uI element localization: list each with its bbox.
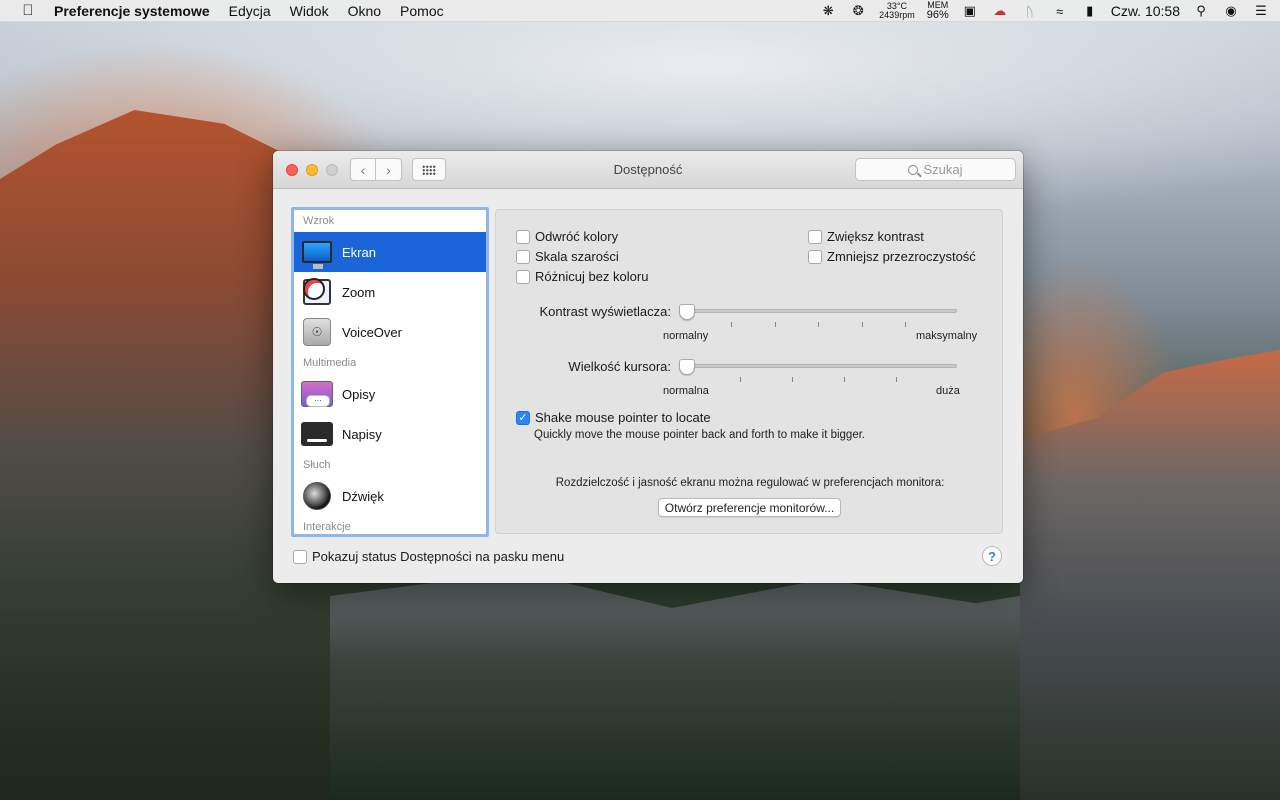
fan-icon[interactable]: ❂ — [849, 3, 867, 19]
checkbox-label: Shake mouse pointer to locate — [535, 410, 711, 425]
menu-bar:  Preferencje systemowe Edycja Widok Okn… — [0, 0, 1280, 22]
cursor-max-label: duża — [936, 385, 960, 397]
spotlight-icon[interactable]: ⚲ — [1192, 3, 1210, 19]
cursor-size-label: Wielkość kursora: — [568, 359, 671, 374]
sidebar-item-label: Zoom — [342, 284, 376, 300]
search-icon — [908, 164, 919, 175]
sidebar-item-display[interactable]: Ekran — [294, 232, 486, 272]
sidebar-item-label: VoiceOver — [342, 324, 402, 340]
section-header-interaction: Interakcje — [303, 521, 351, 533]
display-settings-panel: Odwróć kolory Skala szarości Różnicuj be… — [495, 209, 1003, 534]
contrast-min-label: normalny — [663, 330, 709, 342]
descriptions-icon — [301, 381, 333, 407]
sidebar-item-label: Ekran — [342, 244, 376, 260]
clock[interactable]: Czw. 10:58 — [1111, 3, 1180, 19]
show-in-menu-bar-checkbox[interactable]: Pokazuj status Dostępności na pasku menu — [293, 549, 564, 564]
sidebar-item-voiceover[interactable]: ☉ VoiceOver — [294, 312, 486, 352]
accessibility-window: ‹ › Dostępność Szukaj Wzrok Ekran Zoom ☉… — [273, 151, 1023, 583]
checkbox-box — [516, 229, 530, 244]
creative-cloud-icon[interactable]: ❋ — [819, 3, 837, 19]
slider-thumb[interactable] — [679, 304, 695, 320]
slider-track — [681, 364, 957, 368]
rpm-value: 2439rpm — [879, 10, 915, 20]
notification-center-icon[interactable]: ☰ — [1252, 3, 1270, 19]
slider-tick — [844, 377, 845, 382]
checkbox-label: Odwróć kolory — [535, 229, 619, 244]
captions-icon — [301, 422, 333, 446]
checkbox-label: Skala szarości — [535, 249, 619, 264]
temperature-readout[interactable]: 33°C 2439rpm — [879, 2, 915, 20]
sidebar-item-label: Napisy — [342, 426, 382, 442]
checkmark-icon: ✓ — [516, 410, 530, 425]
slider-tick — [818, 322, 819, 327]
bluetooth-icon[interactable]: ᚢ — [1021, 3, 1039, 19]
sidebar-item-label: Dźwięk — [342, 488, 384, 504]
menu-help[interactable]: Pomoc — [400, 3, 444, 19]
menu-app-name[interactable]: Preferencje systemowe — [54, 3, 210, 19]
title-bar: ‹ › Dostępność Szukaj — [273, 151, 1023, 189]
sidebar-item-zoom[interactable]: Zoom — [294, 272, 486, 312]
speaker-icon — [303, 482, 331, 510]
slider-tick — [775, 322, 776, 327]
increase-contrast-checkbox[interactable]: Zwiększ kontrast — [808, 229, 924, 244]
display-contrast-label: Kontrast wyświetlacza: — [539, 304, 672, 319]
invert-colors-checkbox[interactable]: Odwróć kolory — [516, 229, 618, 244]
section-header-media: Multimedia — [303, 357, 357, 369]
search-placeholder: Szukaj — [923, 162, 963, 177]
search-field[interactable]: Szukaj — [855, 158, 1016, 181]
reduce-transparency-checkbox[interactable]: Zmniejsz przezroczystość — [808, 249, 976, 264]
help-button[interactable]: ? — [982, 546, 1002, 566]
differentiate-without-color-checkbox[interactable]: Różnicuj bez koloru — [516, 269, 648, 284]
monitor-icon — [302, 241, 332, 269]
category-list[interactable]: Wzrok Ekran Zoom ☉ VoiceOver Multimedia … — [291, 207, 489, 537]
screen-icon[interactable]: ▣ — [961, 3, 979, 19]
checkbox-label: Pokazuj status Dostępności na pasku menu — [312, 549, 565, 564]
apple-menu-icon[interactable]:  — [18, 2, 38, 19]
open-displays-button[interactable]: Otwórz preferencje monitorów... — [658, 498, 841, 517]
shake-to-locate-checkbox[interactable]: ✓ Shake mouse pointer to locate — [516, 410, 711, 425]
cloud-error-icon[interactable]: ☁ — [991, 3, 1009, 19]
checkbox-box — [293, 549, 307, 564]
section-header-hearing: Słuch — [303, 459, 331, 471]
menu-edit[interactable]: Edycja — [229, 3, 271, 19]
checkbox-box — [516, 249, 530, 264]
wallpaper-valley — [330, 572, 1090, 800]
sidebar-item-label: Opisy — [342, 386, 376, 402]
checkbox-label: Zmniejsz przezroczystość — [827, 249, 976, 264]
wifi-icon[interactable]: ≈ — [1051, 3, 1069, 19]
slider-track — [681, 309, 957, 313]
memory-value: 96% — [926, 9, 949, 21]
slider-tick — [896, 377, 897, 382]
checkbox-label: Zwiększ kontrast — [827, 229, 924, 244]
sidebar-item-audio[interactable]: Dźwięk — [294, 476, 486, 516]
zoom-icon — [303, 278, 331, 305]
voiceover-icon: ☉ — [303, 318, 331, 346]
slider-tick — [862, 322, 863, 327]
slider-thumb[interactable] — [679, 359, 695, 375]
monitor-hint-text: Rozdzielczość i jasność ekranu można reg… — [555, 477, 945, 489]
checkbox-box — [808, 249, 822, 264]
contrast-max-label: maksymalny — [916, 330, 978, 342]
shake-description: Quickly move the mouse pointer back and … — [534, 429, 866, 441]
sidebar-item-descriptions[interactable]: Opisy — [294, 374, 486, 414]
slider-tick — [731, 322, 732, 327]
menu-extras: ❋ ❂ 33°C 2439rpm MEM 96% ▣ ☁ ᚢ ≈ ▮ Czw. … — [819, 0, 1270, 22]
user-icon[interactable]: ◉ — [1222, 3, 1240, 19]
checkbox-box — [808, 229, 822, 244]
memory-readout[interactable]: MEM 96% — [927, 1, 949, 21]
sidebar-item-captions[interactable]: Napisy — [294, 414, 486, 454]
menu-window[interactable]: Okno — [348, 3, 381, 19]
checkbox-label: Różnicuj bez koloru — [535, 269, 649, 284]
section-header-vision: Wzrok — [303, 215, 335, 227]
grayscale-checkbox[interactable]: Skala szarości — [516, 249, 619, 264]
slider-tick — [905, 322, 906, 327]
slider-tick — [792, 377, 793, 382]
battery-icon[interactable]: ▮ — [1081, 3, 1099, 19]
wallpaper-mountain-right — [1020, 350, 1280, 800]
cursor-min-label: normalna — [663, 385, 709, 397]
checkbox-box — [516, 269, 530, 284]
slider-tick — [740, 377, 741, 382]
menu-view[interactable]: Widok — [290, 3, 329, 19]
